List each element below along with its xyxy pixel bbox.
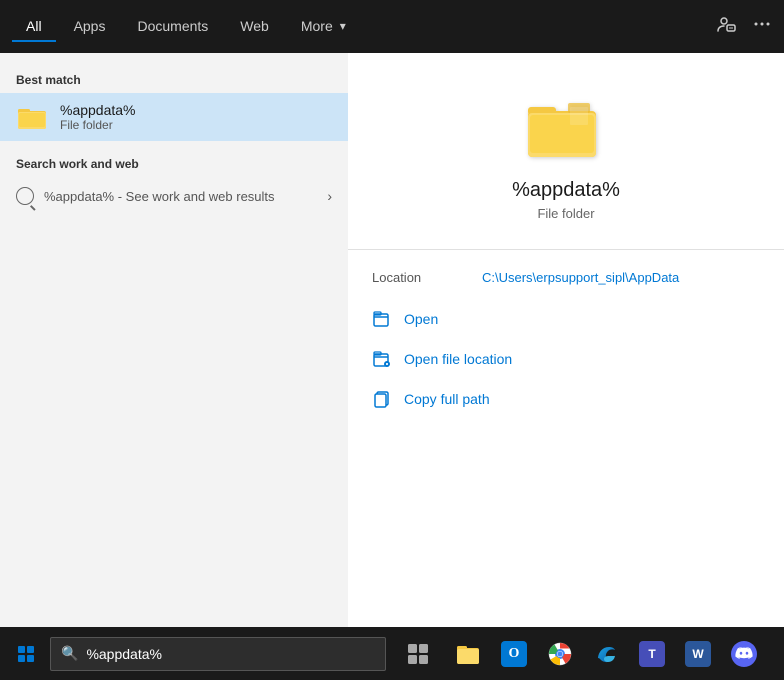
result-text: %appdata% File folder bbox=[60, 102, 136, 132]
left-panel: Best match %appdata% File folder Search … bbox=[0, 53, 348, 680]
word-icon: W bbox=[685, 641, 711, 667]
discord-icon bbox=[731, 641, 757, 667]
nav-more[interactable]: More ▾ bbox=[287, 12, 360, 42]
location-value[interactable]: C:\Users\erpsupport_sipl\AppData bbox=[482, 270, 679, 285]
taskbar-search-bar[interactable]: 🔍 %appdata% bbox=[50, 637, 386, 671]
chevron-right-icon: › bbox=[327, 188, 332, 204]
taskbar-chrome[interactable] bbox=[538, 632, 582, 676]
copy-full-path-icon bbox=[372, 389, 392, 409]
top-navigation: All Apps Documents Web More ▾ bbox=[0, 0, 784, 53]
taskbar-word[interactable]: W bbox=[676, 632, 720, 676]
action-open[interactable]: Open bbox=[372, 309, 760, 329]
search-web-text: %appdata% - See work and web results bbox=[44, 189, 275, 204]
right-title: %appdata% bbox=[512, 179, 620, 202]
open-icon bbox=[372, 309, 392, 329]
result-item[interactable]: %appdata% File folder bbox=[0, 93, 348, 141]
nav-apps[interactable]: Apps bbox=[60, 12, 120, 42]
folder-large-icon bbox=[526, 93, 606, 163]
file-explorer-icon bbox=[455, 641, 481, 667]
chrome-icon bbox=[547, 641, 573, 667]
best-match-label: Best match bbox=[0, 65, 348, 93]
right-subtitle: File folder bbox=[537, 206, 594, 221]
task-view-icon bbox=[405, 641, 431, 667]
result-name: %appdata% bbox=[60, 102, 136, 118]
search-web-section: Search work and web %appdata% - See work… bbox=[0, 149, 348, 215]
taskbar-task-view[interactable] bbox=[396, 632, 440, 676]
feedback-icon[interactable] bbox=[716, 14, 736, 39]
open-file-location-icon bbox=[372, 349, 392, 369]
search-circle-icon bbox=[16, 187, 34, 205]
teams-icon: T bbox=[639, 641, 665, 667]
taskbar-edge[interactable] bbox=[584, 632, 628, 676]
nav-icons bbox=[716, 14, 772, 39]
more-options-icon[interactable] bbox=[752, 14, 772, 39]
right-panel: %appdata% File folder Location C:\Users\… bbox=[348, 53, 784, 680]
more-chevron-icon: ▾ bbox=[340, 19, 346, 33]
location-label: Location bbox=[372, 270, 442, 285]
search-web-item[interactable]: %appdata% - See work and web results › bbox=[0, 177, 348, 215]
edge-icon bbox=[593, 641, 619, 667]
divider bbox=[348, 249, 784, 250]
nav-all[interactable]: All bbox=[12, 12, 56, 42]
copy-full-path-label: Copy full path bbox=[404, 391, 490, 407]
action-open-file-location[interactable]: Open file location bbox=[372, 349, 760, 369]
location-row: Location C:\Users\erpsupport_sipl\AppDat… bbox=[348, 270, 784, 285]
taskbar-apps: O bbox=[446, 632, 766, 676]
action-list: Open Open file location bbox=[348, 309, 784, 409]
nav-web[interactable]: Web bbox=[226, 12, 283, 42]
open-file-location-label: Open file location bbox=[404, 351, 512, 367]
taskbar-file-explorer[interactable] bbox=[446, 632, 490, 676]
taskbar-teams[interactable]: T bbox=[630, 632, 674, 676]
nav-documents[interactable]: Documents bbox=[123, 12, 222, 42]
taskbar-discord[interactable] bbox=[722, 632, 766, 676]
folder-small-icon bbox=[16, 101, 48, 133]
search-work-web-label: Search work and web bbox=[0, 149, 348, 177]
action-copy-full-path[interactable]: Copy full path bbox=[372, 389, 760, 409]
open-label: Open bbox=[404, 311, 438, 327]
main-content: Best match %appdata% File folder Search … bbox=[0, 53, 784, 680]
start-button[interactable] bbox=[4, 632, 48, 676]
outlook-icon: O bbox=[501, 641, 527, 667]
taskbar-search-icon: 🔍 bbox=[61, 645, 78, 662]
taskbar-search-text: %appdata% bbox=[86, 646, 162, 662]
result-type: File folder bbox=[60, 118, 136, 132]
taskbar-outlook[interactable]: O bbox=[492, 632, 536, 676]
taskbar: 🔍 %appdata% bbox=[0, 627, 784, 680]
